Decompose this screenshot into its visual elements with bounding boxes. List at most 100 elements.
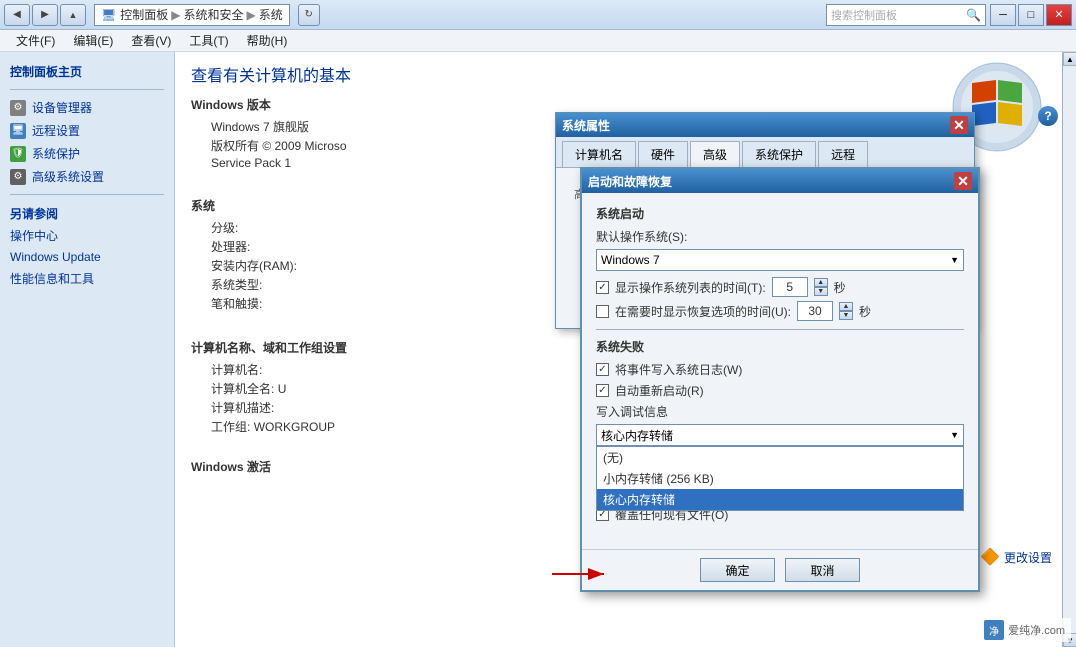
up-button[interactable]: ▲ [60, 4, 86, 26]
write-event-checkbox[interactable]: ✓ [596, 363, 609, 376]
menu-help[interactable]: 帮助(H) [239, 30, 296, 51]
win-version-section: Windows 版本 [191, 96, 1046, 113]
more-settings-link[interactable]: 🔶 更改设置 [980, 547, 1052, 567]
dialog-title: 系统属性 [562, 117, 610, 134]
page-title: 查看有关计算机的基本 [191, 62, 1046, 86]
show-time-input[interactable]: 5 [772, 277, 808, 297]
search-icon[interactable]: 🔍 [966, 8, 981, 22]
tab-hardware[interactable]: 硬件 [638, 141, 688, 167]
close-button[interactable]: ✕ [1046, 4, 1072, 26]
title-bar-left: ◀ ▶ ▲ 🖥 控制面板 ▶ 系统和安全 ▶ 系统 ↻ [4, 4, 320, 26]
sidebar-item-action-center[interactable]: 操作中心 [0, 224, 174, 247]
right-controls: 搜索控制面板 🔍 ─ □ ✕ [826, 4, 1072, 26]
windows-update-label: Windows Update [10, 250, 101, 264]
default-os-select[interactable]: Windows 7 ▼ [596, 249, 964, 271]
ok-button[interactable]: 确定 [700, 558, 775, 582]
auto-restart-row: ✓ 自动重新启动(R) [596, 382, 964, 399]
breadcrumb-part2[interactable]: 系统和安全 [183, 6, 243, 23]
sidebar-item-remote[interactable]: 🖥 远程设置 [0, 119, 174, 142]
sidebar-item-advanced[interactable]: ⚙ 高级系统设置 [0, 165, 174, 188]
show-time-row: ✓ 显示操作系统列表的时间(T): 5 ▲ ▼ 秒 [596, 277, 964, 297]
debug-dropdown-arrow-icon: ▼ [950, 430, 959, 440]
help-button[interactable]: ? [1038, 106, 1058, 126]
maximize-button[interactable]: □ [1018, 4, 1044, 26]
watermark: 净 爱纯净.com [978, 618, 1071, 642]
window-controls: ─ □ ✕ [990, 4, 1072, 26]
sep1: ▶ [171, 8, 180, 22]
show-time-up[interactable]: ▲ [814, 278, 828, 287]
sub-dialog-buttons: 确定 取消 [582, 549, 978, 590]
sidebar-label-advanced: 高级系统设置 [32, 168, 104, 185]
recovery-time-spinner[interactable]: ▲ ▼ [839, 302, 853, 320]
debug-option-0[interactable]: (无) [597, 447, 963, 468]
menu-view[interactable]: 查看(V) [123, 30, 179, 51]
nav-buttons: ◀ ▶ ▲ [4, 4, 86, 26]
monitor-icon: 🖥 [10, 123, 26, 139]
write-event-row: ✓ 将事件写入系统日志(W) [596, 361, 964, 378]
default-os-label: 默认操作系统(S): [596, 228, 964, 245]
scrollbar[interactable]: ▲ ▼ [1062, 52, 1076, 647]
system-startup-label: 系统启动 [596, 205, 964, 222]
auto-restart-label: 自动重新启动(R) [615, 382, 704, 399]
tab-system-protection[interactable]: 系统保护 [742, 141, 816, 167]
forward-button[interactable]: ▶ [32, 4, 58, 26]
tab-remote[interactable]: 远程 [818, 141, 868, 167]
sidebar-item-protection[interactable]: 🛡 系统保护 [0, 142, 174, 165]
recovery-down[interactable]: ▼ [839, 311, 853, 320]
sidebar-label-protection: 系统保护 [32, 145, 80, 162]
debug-option-1[interactable]: 小内存转储 (256 KB) [597, 468, 963, 489]
back-button[interactable]: ◀ [4, 4, 30, 26]
sidebar-label-device: 设备管理器 [32, 99, 92, 116]
breadcrumb-part3[interactable]: 系统 [259, 6, 283, 23]
minimize-button[interactable]: ─ [990, 4, 1016, 26]
sub-dialog-close-button[interactable]: ✕ [954, 172, 972, 190]
dropdown-arrow-icon: ▼ [950, 255, 959, 265]
recovery-up[interactable]: ▲ [839, 302, 853, 311]
recovery-time-input[interactable]: 30 [797, 301, 833, 321]
watermark-logo: 净 [984, 620, 1004, 640]
menu-tools[interactable]: 工具(T) [181, 30, 236, 51]
computer-label-3: 工作组: [211, 420, 250, 434]
debug-option-2[interactable]: 核心内存转储 [597, 489, 963, 510]
sub-dialog-content: 系统启动 默认操作系统(S): Windows 7 ▼ ✓ 显示操作系统列表的时… [582, 193, 978, 539]
performance-label: 性能信息和工具 [10, 270, 94, 287]
recovery-time-checkbox[interactable] [596, 305, 609, 318]
computer-value-1: U [278, 382, 287, 396]
sidebar-item-performance[interactable]: 性能信息和工具 [0, 267, 174, 290]
more-settings-icon: 🔶 [980, 547, 1000, 567]
search-placeholder: 搜索控制面板 [831, 7, 897, 23]
recovery-time-row: 在需要时显示恢复选项的时间(U): 30 ▲ ▼ 秒 [596, 301, 964, 321]
watermark-text: 爱纯净.com [1008, 622, 1065, 638]
failure-section-label: 系统失败 [596, 338, 964, 355]
computer-value-3: WORKGROUP [254, 420, 335, 434]
tab-computer-name[interactable]: 计算机名 [562, 141, 636, 167]
section-separator [596, 329, 964, 330]
sidebar-main-label: 控制面板主页 [10, 63, 82, 80]
show-time-down[interactable]: ▼ [814, 287, 828, 296]
scroll-track [1063, 66, 1076, 633]
arrow-indicator [552, 559, 612, 592]
breadcrumb-part1[interactable]: 控制面板 [120, 6, 168, 23]
menu-edit[interactable]: 编辑(E) [65, 30, 121, 51]
tab-advanced[interactable]: 高级 [690, 141, 740, 168]
sidebar-item-device[interactable]: ⚙ 设备管理器 [0, 96, 174, 119]
refresh-button[interactable]: ↻ [298, 4, 320, 26]
settings-icon: ⚙ [10, 169, 26, 185]
dialog-title-bar: 系统属性 ✕ [556, 113, 974, 137]
cancel-button[interactable]: 取消 [785, 558, 860, 582]
more-settings-area: 🔶 更改设置 [980, 547, 1052, 567]
auto-restart-checkbox[interactable]: ✓ [596, 384, 609, 397]
sub-dialog-title: 启动和故障恢复 [588, 173, 672, 190]
show-time-spinner[interactable]: ▲ ▼ [814, 278, 828, 296]
menu-file[interactable]: 文件(F) [8, 30, 63, 51]
sidebar-item-windows-update[interactable]: Windows Update [0, 247, 174, 267]
debug-info-label: 写入调试信息 [596, 403, 964, 420]
address-bar[interactable]: 🖥 控制面板 ▶ 系统和安全 ▶ 系统 [94, 4, 290, 26]
debug-dropdown-selected[interactable]: 核心内存转储 ▼ [596, 424, 964, 446]
dialog-close-button[interactable]: ✕ [950, 116, 968, 134]
sidebar-item-main[interactable]: 控制面板主页 [0, 60, 174, 83]
scroll-up-button[interactable]: ▲ [1063, 52, 1076, 66]
show-time-checkbox[interactable]: ✓ [596, 281, 609, 294]
dialog-tabs: 计算机名 硬件 高级 系统保护 远程 [556, 137, 974, 168]
search-box[interactable]: 搜索控制面板 🔍 [826, 4, 986, 26]
